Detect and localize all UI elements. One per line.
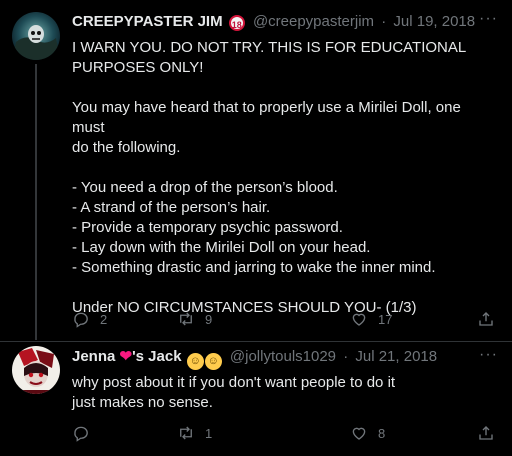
action-bar: 2 9 17 (72, 310, 496, 334)
like-count: 8 (378, 425, 386, 441)
tweet-header: Jenna ❤'s Jack ☺ ☺ @jollytouls1029 · Jul … (72, 347, 472, 370)
retweet-icon (180, 426, 192, 440)
retweet-count: 9 (205, 311, 213, 327)
share-icon (479, 312, 493, 326)
more-options-icon[interactable]: ··· (479, 10, 498, 28)
retweet-count: 1 (205, 425, 213, 441)
retweet-button[interactable]: 9 (177, 310, 212, 328)
retweet-icon (180, 312, 192, 326)
red-heart-icon: ❤ (119, 348, 133, 365)
handle[interactable]: @creepypasterjim (253, 13, 374, 30)
heart-icon (352, 427, 366, 440)
smiling-face-icon: ☺ (204, 353, 222, 370)
reply-icon (74, 312, 88, 328)
action-bar: 1 8 (72, 424, 496, 448)
thread-line (35, 64, 37, 340)
tweet-text: I WARN YOU. DO NOT TRY. THIS IS FOR EDUC… (72, 39, 467, 316)
display-name[interactable]: Jenna ❤'s Jack ☺ ☺ (72, 348, 222, 370)
more-options-icon[interactable]: ··· (479, 346, 498, 364)
tweet-1[interactable]: CREEPYPASTER JIM 18 @creepypasterjim · J… (0, 0, 512, 341)
heart-icon (352, 313, 366, 326)
reply-button[interactable]: 2 (72, 310, 107, 328)
reply-icon (74, 426, 88, 442)
share-icon (479, 426, 493, 440)
smiling-face-icon: ☺ (186, 353, 204, 370)
handle[interactable]: @jollytouls1029 (230, 348, 336, 365)
share-button[interactable] (477, 424, 495, 442)
timestamp[interactable]: Jul 21, 2018 (355, 348, 437, 365)
display-name-part2: 's Jack (132, 348, 186, 365)
avatar[interactable] (12, 12, 60, 60)
display-name[interactable]: CREEPYPASTER JIM (72, 13, 223, 30)
tweet-header: CREEPYPASTER JIM 18 @creepypasterjim · J… (72, 12, 475, 32)
like-count: 17 (378, 311, 393, 327)
reply-count: 2 (100, 311, 108, 327)
timestamp[interactable]: Jul 19, 2018 (393, 13, 475, 30)
tweet-text: why post about it if you don't want peop… (72, 374, 396, 411)
avatar[interactable] (12, 346, 60, 394)
retweet-button[interactable]: 1 (177, 424, 212, 442)
tweet-2[interactable]: Jenna ❤'s Jack ☺ ☺ @jollytouls1029 · Jul … (0, 342, 512, 456)
separator: · (343, 348, 349, 365)
separator: · (381, 13, 387, 30)
display-name-part1: Jenna (72, 348, 120, 365)
share-button[interactable] (477, 310, 495, 328)
eighteen-badge-icon: 18 (228, 15, 245, 31)
like-button[interactable]: 8 (350, 424, 385, 442)
like-button[interactable]: 17 (350, 310, 392, 328)
reply-button[interactable] (72, 424, 100, 442)
